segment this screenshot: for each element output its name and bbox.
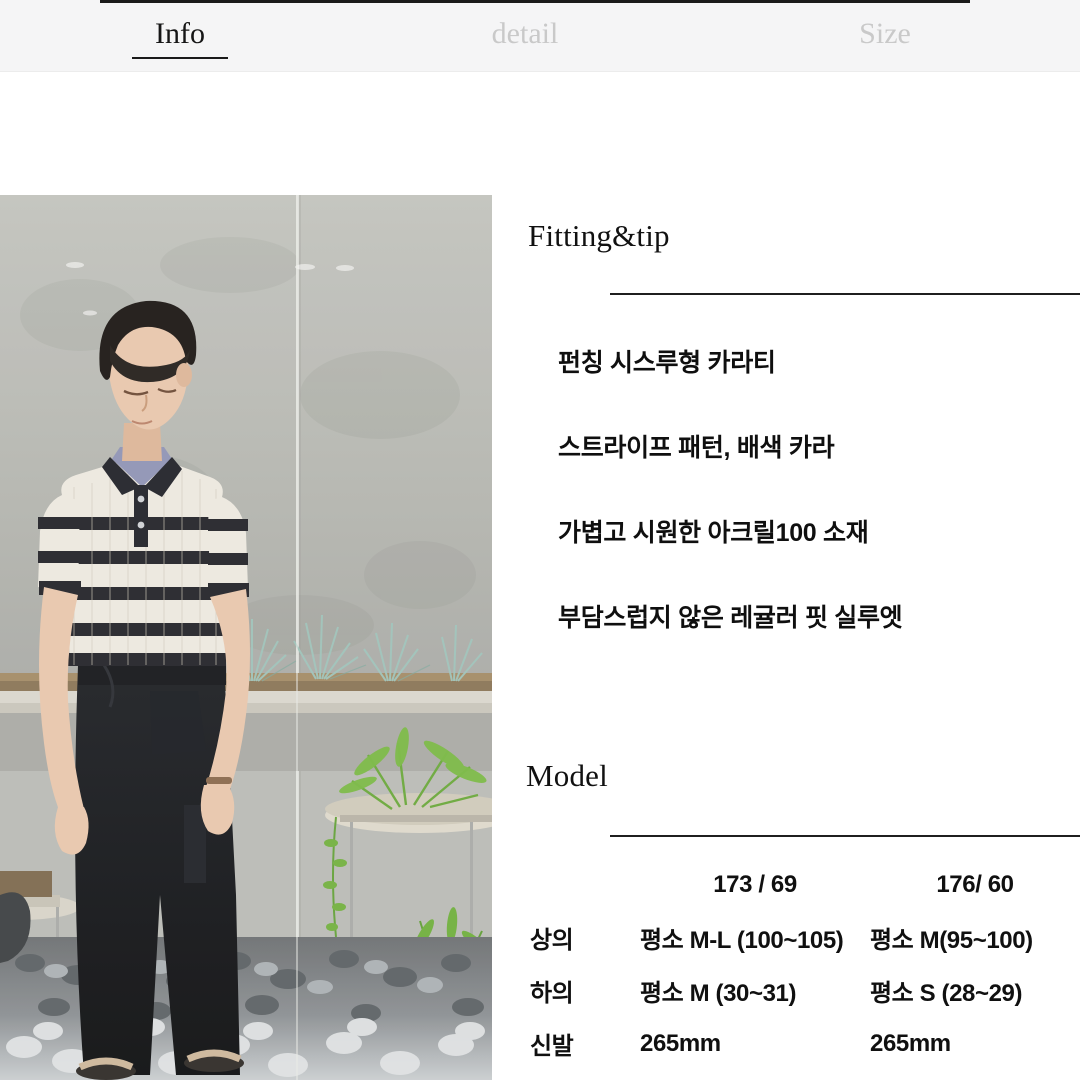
fitting-tip-bullet: 부담스럽지 않은 레귤러 핏 실루엣 — [558, 604, 903, 632]
fitting-tip-heading: Fitting&tip — [528, 218, 670, 253]
tab-bar: Info detail Size — [0, 0, 1080, 72]
tab-detail-label: detail — [491, 17, 559, 50]
tab-info[interactable]: Info — [0, 17, 360, 59]
photo-illustration — [0, 195, 492, 1080]
model-col-label-header — [530, 858, 640, 911]
row-label-bottom: 하의 — [530, 980, 574, 1007]
info-content: Fitting&tip 펀칭 시스루형 카라티 스트라이프 패턴, 배색 카라 … — [500, 180, 1080, 1080]
model-spec-table: 173 / 69 176/ 60 상의 평소 M-L (100~105) 평소 … — [530, 858, 1080, 1070]
model-a-header: 173 / 69 — [713, 870, 797, 898]
product-info-page: Info detail Size Fitting&tip 펀칭 시스루형 카라티… — [0, 0, 1080, 1080]
row-value-model-a: 평소 M-L (100~105) — [640, 927, 844, 954]
fitting-tip-bullet: 펀칭 시스루형 카라티 — [558, 349, 776, 377]
row-value-model-b: 265mm — [870, 1029, 951, 1057]
table-row: 신발 265mm 265mm — [530, 1017, 1080, 1070]
tab-size[interactable]: Size — [690, 19, 1080, 53]
model-b-header: 176/ 60 — [936, 870, 1014, 898]
table-row: 상의 평소 M-L (100~105) 평소 M(95~100) — [530, 911, 1080, 964]
row-value-model-b: 평소 M(95~100) — [870, 927, 1033, 954]
row-label-shoes: 신발 — [530, 1033, 574, 1060]
tab-active-underline — [132, 57, 228, 59]
product-model-photo — [0, 195, 492, 1080]
tab-detail[interactable]: detail — [360, 19, 690, 53]
fitting-tip-bullet: 가볍고 시원한 아크릴100 소재 — [558, 519, 869, 547]
table-header-row: 173 / 69 176/ 60 — [530, 858, 1080, 911]
table-row: 하의 평소 M (30~31) 평소 S (28~29) — [530, 964, 1080, 1017]
row-value-model-a: 265mm — [640, 1029, 721, 1057]
tab-size-label: Size — [859, 17, 911, 50]
row-value-model-b: 평소 S (28~29) — [870, 980, 1023, 1007]
fitting-tip-rule — [610, 293, 1080, 295]
fitting-tip-bullet: 스트라이프 패턴, 배색 카라 — [558, 434, 835, 462]
model-rule — [610, 835, 1080, 837]
tab-info-label: Info — [155, 17, 205, 50]
row-value-model-a: 평소 M (30~31) — [640, 980, 797, 1007]
fitting-tip-bullet-list: 펀칭 시스루형 카라티 스트라이프 패턴, 배색 카라 가볍고 시원한 아크릴1… — [558, 343, 1078, 634]
tab-list: Info detail Size — [0, 0, 1080, 72]
row-label-top: 상의 — [530, 927, 574, 954]
model-heading: Model — [526, 758, 608, 793]
